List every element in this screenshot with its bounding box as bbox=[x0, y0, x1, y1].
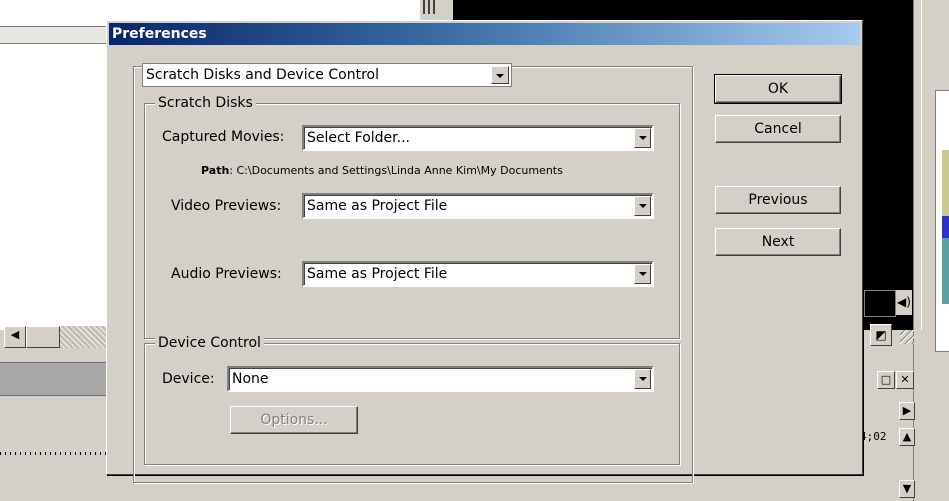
scroll-up-arrow-icon: ▲ bbox=[902, 430, 912, 443]
monitor-ruler bbox=[863, 262, 913, 287]
category-dropdown-value: Scratch Disks and Device Control bbox=[146, 67, 379, 83]
scroll-left-button[interactable]: ◀ bbox=[4, 326, 26, 348]
path-separator: : bbox=[229, 164, 233, 177]
background-panel-header bbox=[0, 26, 110, 44]
chevron-down-icon[interactable] bbox=[634, 369, 651, 389]
audio-previews-dropdown[interactable]: Same as Project File bbox=[302, 261, 654, 287]
scroll-up-button[interactable]: ▲ bbox=[899, 428, 915, 446]
video-previews-dropdown[interactable]: Same as Project File bbox=[302, 193, 654, 219]
audio-previews-value: Same as Project File bbox=[307, 266, 448, 282]
color-swatch bbox=[942, 238, 949, 260]
previous-button[interactable]: Previous bbox=[715, 186, 841, 214]
scroll-left-arrow-icon: ◀ bbox=[10, 328, 20, 341]
maximize-icon: □ bbox=[880, 373, 892, 386]
captured-movies-label: Captured Movies: bbox=[162, 129, 285, 145]
next-button[interactable]: Next bbox=[715, 228, 841, 256]
speaker-icon[interactable]: ◀) bbox=[896, 290, 912, 315]
right-vertical-scrollbar[interactable] bbox=[921, 0, 936, 330]
video-previews-label: Video Previews: bbox=[171, 198, 282, 214]
color-swatch bbox=[942, 150, 949, 172]
path-value: C:\Documents and Settings\Linda Anne Kim… bbox=[236, 164, 563, 177]
options-button[interactable]: Options... bbox=[230, 406, 358, 434]
cancel-button[interactable]: Cancel bbox=[715, 115, 841, 143]
path-text: Path: C:\Documents and Settings\Linda An… bbox=[201, 164, 563, 178]
preferences-dialog: Preferences Scratch Disks and Device Con… bbox=[106, 20, 863, 483]
scroll-down-arrow-icon: ▼ bbox=[902, 482, 912, 495]
path-label: Path bbox=[201, 164, 230, 177]
category-dropdown[interactable]: Scratch Disks and Device Control bbox=[142, 63, 512, 87]
chevron-down-icon[interactable] bbox=[634, 128, 651, 148]
color-swatch bbox=[942, 282, 949, 304]
background-splitter[interactable] bbox=[421, 0, 453, 14]
horizontal-scrollbar-track[interactable] bbox=[60, 326, 110, 348]
captured-movies-value: Select Folder... bbox=[307, 130, 410, 146]
close-button[interactable]: ✕ bbox=[896, 371, 914, 389]
audio-meter bbox=[864, 290, 896, 317]
audio-previews-label: Audio Previews: bbox=[171, 266, 282, 282]
close-icon: ✕ bbox=[900, 373, 910, 386]
captured-movies-dropdown[interactable]: Select Folder... bbox=[302, 125, 654, 151]
ok-button[interactable]: OK bbox=[714, 74, 842, 104]
device-control-group bbox=[144, 343, 680, 465]
color-swatch bbox=[942, 260, 949, 282]
play-icon: ▶ bbox=[902, 404, 912, 417]
chevron-down-icon[interactable] bbox=[634, 196, 651, 216]
timecode-readout: 4;02 bbox=[860, 430, 887, 443]
toggle-icon[interactable]: ◩ bbox=[870, 324, 892, 346]
maximize-button[interactable]: □ bbox=[877, 371, 895, 389]
device-control-legend: Device Control bbox=[155, 335, 264, 351]
timeline-header bbox=[0, 362, 110, 396]
resize-grip-icon[interactable] bbox=[900, 330, 914, 344]
horizontal-scrollbar-thumb[interactable] bbox=[26, 326, 60, 348]
color-swatch bbox=[942, 216, 949, 238]
chevron-down-icon[interactable] bbox=[491, 66, 509, 84]
play-button[interactable]: ▶ bbox=[899, 402, 915, 420]
timeline-ruler bbox=[0, 445, 110, 457]
chevron-down-icon[interactable] bbox=[634, 264, 651, 284]
video-previews-value: Same as Project File bbox=[307, 198, 448, 214]
device-value: None bbox=[232, 371, 269, 387]
scratch-disks-legend: Scratch Disks bbox=[155, 95, 256, 111]
color-swatch bbox=[942, 194, 949, 216]
device-label: Device: bbox=[162, 371, 215, 387]
scroll-down-button[interactable]: ▼ bbox=[899, 480, 915, 498]
color-swatch bbox=[942, 172, 949, 194]
device-dropdown[interactable]: None bbox=[227, 366, 654, 392]
dialog-title[interactable]: Preferences bbox=[109, 23, 860, 45]
